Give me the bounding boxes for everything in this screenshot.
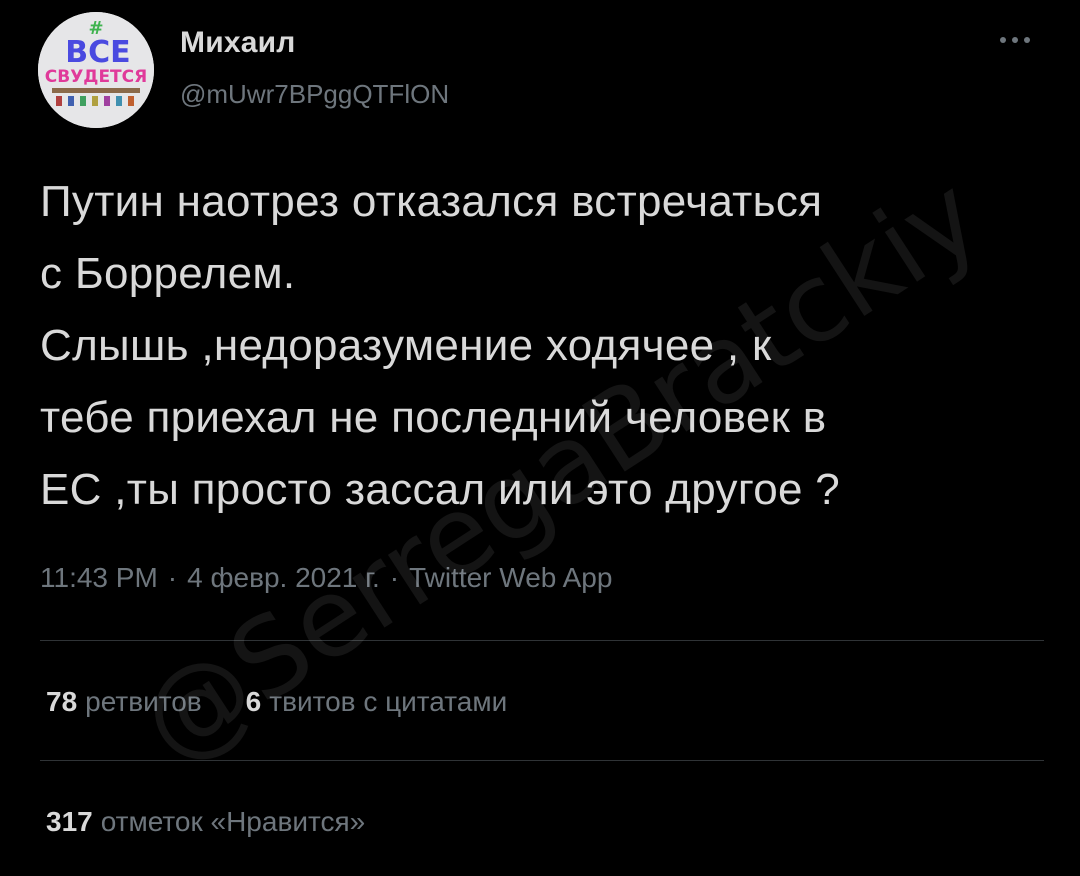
retweets-label: ретвитов bbox=[85, 686, 202, 717]
divider bbox=[40, 760, 1044, 761]
likes-label: отметок «Нравится» bbox=[100, 806, 366, 837]
more-horizontal-icon[interactable] bbox=[985, 22, 1045, 58]
retweets-count: 78 bbox=[46, 686, 78, 717]
tweet-text: Путин наотрез отказался встречаться с Бо… bbox=[40, 177, 841, 514]
stats-row-shares: 78 ретвитов 6 твитов с цитатами bbox=[46, 686, 551, 718]
avatar-text-bottom: СВУДЕТСЯ bbox=[45, 67, 147, 87]
divider bbox=[40, 640, 1044, 641]
stats-row-likes: 317 отметок «Нравится» bbox=[46, 806, 409, 838]
author-handle[interactable]: @mUwr7BPggQTFlON bbox=[180, 79, 449, 110]
tweet-date[interactable]: 4 февр. 2021 г. bbox=[187, 562, 380, 593]
meta-separator: · bbox=[389, 562, 400, 593]
quotes-label: твитов с цитатами bbox=[269, 686, 508, 717]
tweet-source[interactable]: Twitter Web App bbox=[409, 562, 612, 593]
avatar-image: # ВСЕ СВУДЕТСЯ bbox=[38, 12, 154, 128]
quotes-count: 6 bbox=[245, 686, 262, 717]
tweet-time[interactable]: 11:43 PM bbox=[40, 562, 158, 593]
avatar[interactable]: # ВСЕ СВУДЕТСЯ bbox=[38, 12, 154, 128]
meta-separator: · bbox=[167, 562, 178, 593]
likes-count: 317 bbox=[46, 806, 93, 837]
quotes-stat[interactable]: 6 твитов с цитатами bbox=[246, 686, 508, 717]
avatar-text-top: ВСЕ bbox=[65, 35, 130, 70]
tweet-meta: 11:43 PM · 4 февр. 2021 г. · Twitter Web App bbox=[40, 562, 612, 594]
retweets-stat[interactable]: 78 ретвитов bbox=[46, 686, 202, 717]
likes-stat[interactable]: 317 отметок «Нравится» bbox=[46, 806, 365, 837]
author-name[interactable]: Михаил bbox=[180, 26, 296, 60]
